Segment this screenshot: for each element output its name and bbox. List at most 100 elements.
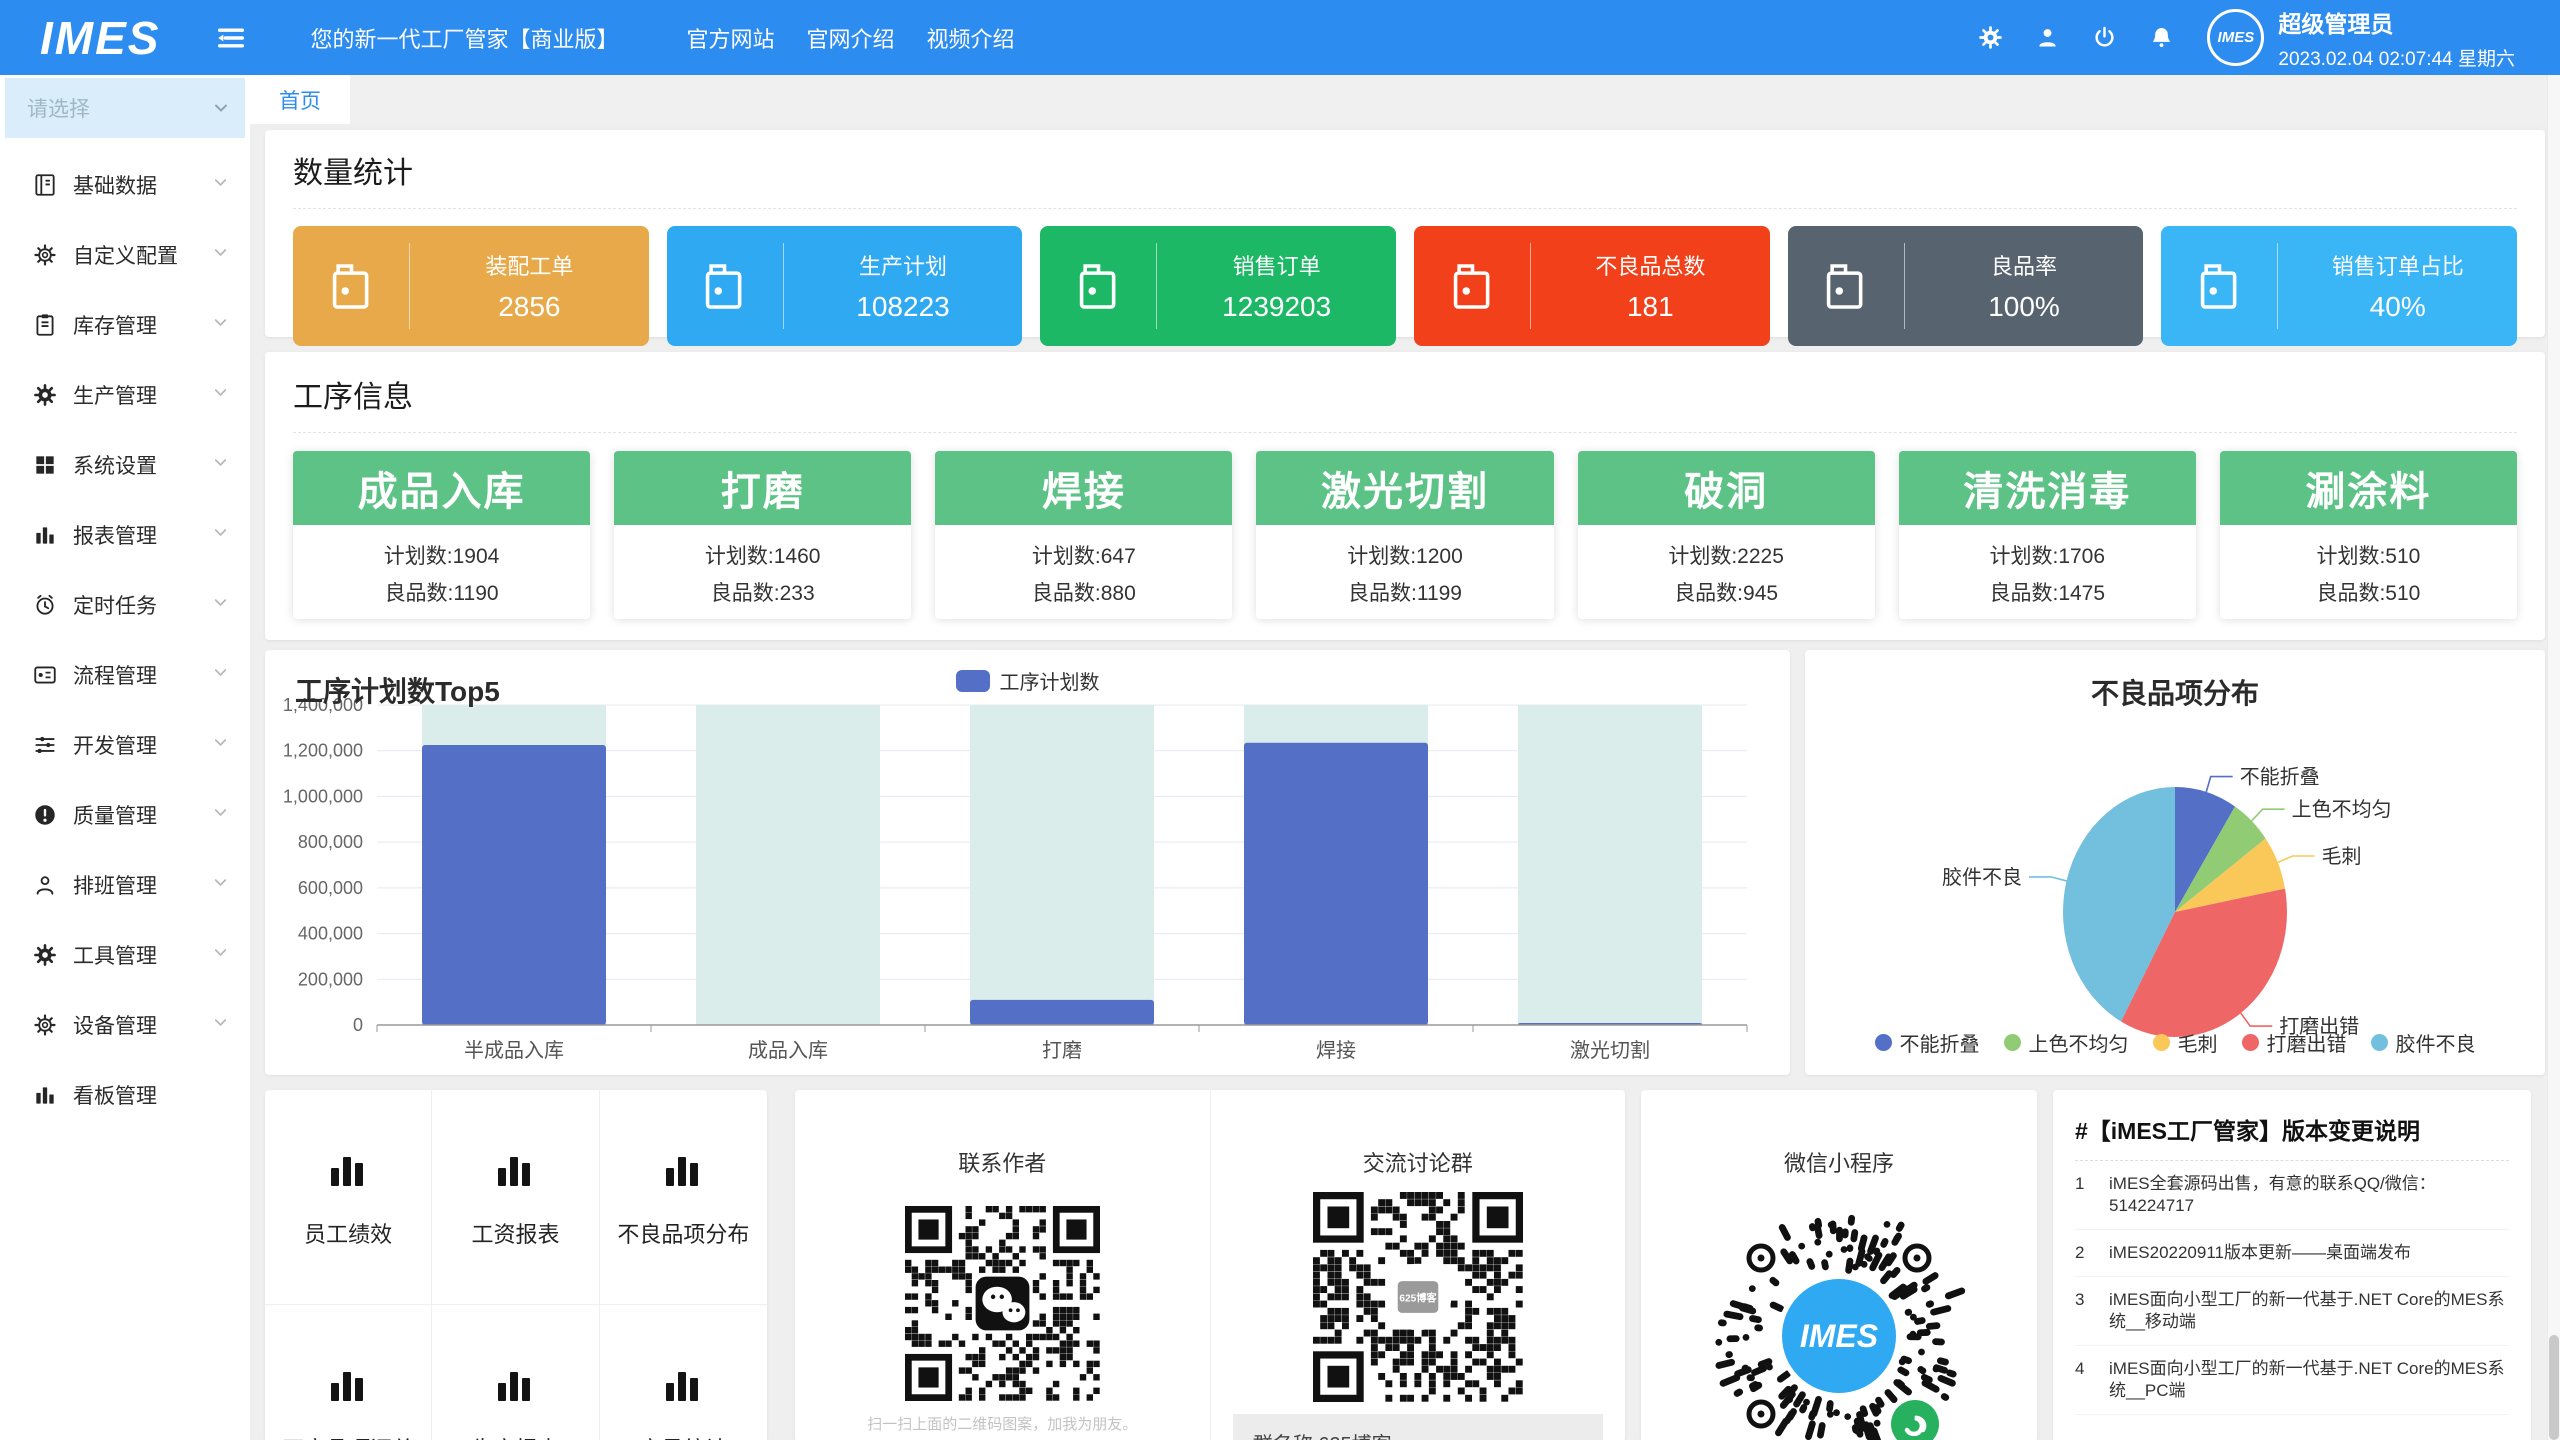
chevron-down-icon	[211, 873, 230, 897]
discussion-group-title: 交流讨论群	[1211, 1146, 1626, 1178]
stat-value: 100%	[1905, 291, 2144, 323]
flow-icon	[32, 662, 58, 688]
process-bad: 不良品数:27	[293, 614, 590, 619]
shortcut-defect-distribution[interactable]: 不良品项分布	[600, 1090, 767, 1305]
process-bad: 不良品数:1	[1256, 614, 1553, 619]
stat-card-assembly-orders[interactable]: 装配工单2856	[293, 226, 649, 346]
sidebar-item-tools[interactable]: 工具管理	[0, 920, 250, 990]
stat-value: 2856	[410, 291, 649, 323]
page-scrollbar[interactable]	[2547, 75, 2560, 1440]
process-plan: 计划数:1200	[1256, 540, 1553, 570]
svg-text:1,000,000: 1,000,000	[283, 786, 363, 806]
changelog-card: #【iMES工厂管家】版本变更说明 1iMES全套源码出售，有意的联系QQ/微信…	[2053, 1090, 2531, 1440]
sidebar-item-equipment[interactable]: 设备管理	[0, 990, 250, 1060]
tab-0[interactable]: 首页	[250, 75, 350, 124]
chevron-down-icon	[211, 943, 230, 967]
sidebar-item-production[interactable]: 生产管理	[0, 360, 250, 430]
settings-icon[interactable]	[1977, 24, 2004, 51]
sidebar-item-label: 设备管理	[73, 1010, 211, 1040]
shortcut-employee-performance[interactable]: 员工绩效	[265, 1090, 432, 1305]
sidebar-item-system-settings[interactable]: 系统设置	[0, 430, 250, 500]
sidebar-item-inventory[interactable]: 库存管理	[0, 290, 250, 360]
stat-card-sales-order-ratio[interactable]: 销售订单占比40%	[2161, 226, 2517, 346]
report-shortcuts: 员工绩效工资报表不良品项分布不良品项汇总 生产报表产量统计	[265, 1090, 767, 1440]
svg-text:激光切割: 激光切割	[1570, 1039, 1650, 1062]
pie-legend-item-3[interactable]: 打磨出错	[2242, 1028, 2347, 1057]
bar-chart-legend[interactable]: 工序计划数	[956, 666, 1100, 695]
bar-chart-card: 工序计划数Top5 工序计划数 0200,000400,000600,00080…	[265, 650, 1790, 1075]
gear-solid-icon	[32, 382, 58, 408]
process-good: 良品数:233	[614, 577, 911, 607]
process-name: 激光切割	[1256, 451, 1553, 525]
folder-icon	[2161, 258, 2277, 315]
header-nav-link-1[interactable]: 官网介绍	[807, 22, 895, 54]
stat-card-production-plans[interactable]: 生产计划108223	[667, 226, 1023, 346]
sidebar-item-basic-data[interactable]: 基础数据	[0, 150, 250, 220]
header-nav-link-0[interactable]: 官方网站	[686, 22, 774, 54]
shortcut-output-statistics[interactable]: 产量统计	[600, 1305, 767, 1440]
shortcut-production-report[interactable]: 生产报表	[432, 1305, 599, 1440]
sidebar-item-shift[interactable]: 排班管理	[0, 850, 250, 920]
power-icon[interactable]	[2091, 24, 2118, 51]
group-qr: 625博客	[1211, 1192, 1626, 1402]
changelog-title: #【iMES工厂管家】版本变更说明	[2075, 1106, 2509, 1161]
bell-icon[interactable]	[2148, 24, 2175, 51]
changelog-item-4: 4iMES面向小型工厂的新一代基于.NET Core的MES系统__PC端	[2075, 1346, 2509, 1415]
pie-legend-item-4[interactable]: 胶件不良	[2371, 1028, 2476, 1057]
legend-label: 毛刺	[2178, 1028, 2218, 1057]
process-plan: 计划数:1904	[293, 540, 590, 570]
charts-row: 工序计划数Top5 工序计划数 0200,000400,000600,00080…	[265, 650, 2545, 1075]
report-bars-icon	[326, 1148, 370, 1197]
person-icon	[32, 872, 58, 898]
sidebar-item-scheduled-tasks[interactable]: 定时任务	[0, 570, 250, 640]
scrollbar-thumb[interactable]	[2549, 1335, 2559, 1440]
process-name: 成品入库	[293, 451, 590, 525]
svg-text:600,000: 600,000	[298, 878, 363, 898]
folder-icon	[1788, 258, 1904, 315]
sidebar-item-kanban[interactable]: 看板管理	[0, 1060, 250, 1130]
sidebar-select[interactable]: 请选择	[5, 78, 245, 138]
sidebar-item-reports[interactable]: 报表管理	[0, 500, 250, 570]
changelog-item-1: 1iMES全套源码出售，有意的联系QQ/微信：514224717	[2075, 1161, 2509, 1230]
sidebar-item-development[interactable]: 开发管理	[0, 710, 250, 780]
logo: IMES	[40, 11, 160, 65]
shortcut-salary-report[interactable]: 工资报表	[432, 1090, 599, 1305]
stat-card-yield-rate[interactable]: 良品率100%	[1788, 226, 2144, 346]
shortcut-label: 不良品项分布	[617, 1217, 749, 1249]
stat-meta: 销售订单1239203	[1157, 249, 1396, 323]
stat-card-sales-orders[interactable]: 销售订单1239203	[1040, 226, 1396, 346]
legend-dot	[2371, 1034, 2388, 1051]
bar-chart: 0200,000400,000600,000800,0001,000,0001,…	[265, 650, 1790, 1075]
sidebar-item-custom-config[interactable]: 自定义配置	[0, 220, 250, 290]
changelog-item-number: 3	[2075, 1289, 2109, 1333]
contact-author-panel: 联系作者 扫一扫上面的二维码图案，加我为朋友。	[795, 1090, 1210, 1440]
pie-legend-item-0[interactable]: 不能折叠	[1875, 1028, 1980, 1057]
process-stats: 计划数:510良品数:510不良品数:12	[2220, 525, 2517, 619]
clock-icon	[32, 592, 58, 618]
sidebar-item-workflow[interactable]: 流程管理	[0, 640, 250, 710]
user-name: 超级管理员	[2278, 5, 2515, 39]
process-good: 良品数:945	[1578, 577, 1875, 607]
tab-bar: 首页	[250, 75, 2560, 124]
report-bars-icon	[661, 1363, 705, 1412]
pie-legend-item-2[interactable]: 毛刺	[2153, 1028, 2218, 1057]
report-bars-icon	[493, 1148, 537, 1197]
shortcut-label: 不良品项汇总	[282, 1432, 414, 1440]
stat-card-defect-total[interactable]: 不良品总数181	[1414, 226, 1770, 346]
stat-value: 181	[1531, 291, 1770, 323]
shortcut-defect-summary[interactable]: 不良品项汇总	[265, 1305, 432, 1440]
pie-legend-item-1[interactable]: 上色不均匀	[2004, 1028, 2129, 1057]
avatar[interactable]: IMES	[2207, 9, 2264, 66]
legend-swatch	[956, 670, 990, 692]
bottom-row: 员工绩效工资报表不良品项分布不良品项汇总 生产报表产量统计 联系作者 扫一扫上面的…	[265, 1090, 2545, 1440]
header-nav-link-2[interactable]: 视频介绍	[927, 22, 1015, 54]
legend-label: 胶件不良	[2396, 1028, 2476, 1057]
collapse-menu-icon[interactable]	[214, 21, 248, 55]
svg-text:0: 0	[353, 1015, 363, 1035]
sidebar-item-quality[interactable]: 质量管理	[0, 780, 250, 850]
svg-text:成品入库: 成品入库	[748, 1039, 828, 1062]
svg-text:半成品入库: 半成品入库	[464, 1039, 564, 1062]
user-icon[interactable]	[2034, 24, 2061, 51]
stat-label: 生产计划	[784, 249, 1023, 281]
header-actions	[1977, 24, 2175, 51]
